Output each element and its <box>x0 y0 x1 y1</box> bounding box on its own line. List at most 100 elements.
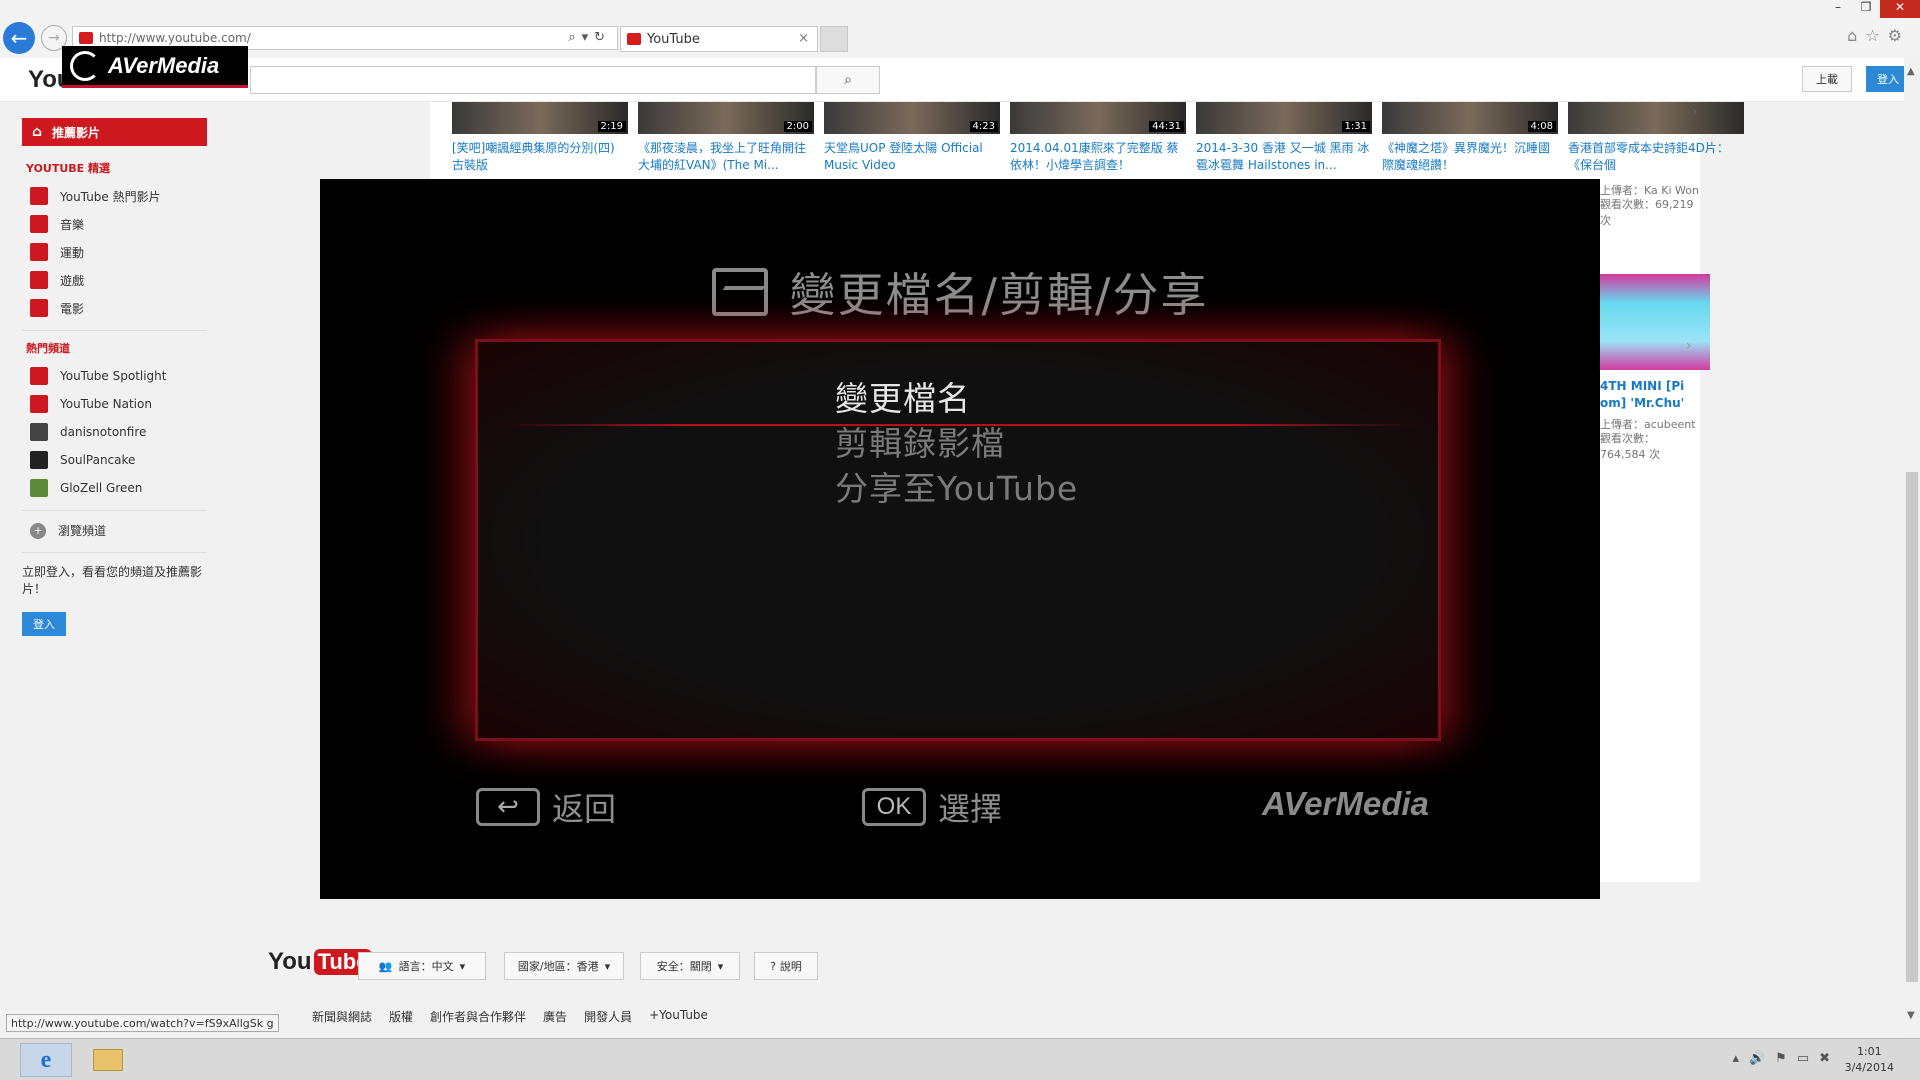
footer-link[interactable]: +YouTube <box>649 1008 708 1025</box>
video-title[interactable]: 香港首部零成本史詩鉅4D片：《保台個 <box>1568 140 1744 174</box>
close-tab-icon[interactable]: × <box>798 31 809 46</box>
footer-link[interactable]: 創作者與合作夥伴 <box>430 1008 526 1025</box>
overlay-menu-panel: 變更檔名 剪輯錄影檔 分享至YouTube <box>475 339 1441 741</box>
video-card[interactable]: 香港首部零成本史詩鉅4D片：《保台個 <box>1568 102 1744 174</box>
file-explorer-icon[interactable] <box>82 1043 134 1077</box>
select-control[interactable]: OK 選擇 <box>862 784 1002 830</box>
browse-channels-label: 瀏覽頻道 <box>58 524 107 538</box>
arrow-right-icon: → <box>48 30 60 46</box>
folder-icon <box>93 1049 123 1071</box>
right-video-thumbnail[interactable] <box>1600 274 1710 370</box>
video-thumbnail[interactable]: 2:19 <box>452 102 628 134</box>
browser-tab-youtube[interactable]: YouTube × <box>620 26 818 52</box>
home-favorites-settings-icon[interactable]: ⌂☆⚙ <box>1847 26 1910 45</box>
sidebar-item-best[interactable]: 運動 <box>30 238 210 266</box>
country-label: 國家/地區：香港 <box>517 960 599 973</box>
video-title[interactable]: [笑吧]嘲諷經典集原的分別(四) 古裝版 <box>452 140 628 174</box>
sidebar-item-label: 音樂 <box>60 217 85 232</box>
language-label: 語言：中文 <box>398 960 454 973</box>
plus-icon: + <box>30 522 46 539</box>
play-icon <box>30 187 48 205</box>
video-thumbnail[interactable] <box>1568 102 1744 134</box>
sidebar-item-label: 遊戲 <box>60 273 85 288</box>
scroll-up-icon[interactable]: ▲ <box>1907 66 1915 77</box>
search-button[interactable]: ⌕ <box>816 66 880 94</box>
scroll-down-icon[interactable]: ▼ <box>1907 1010 1915 1021</box>
system-tray-icons[interactable]: ▴🔊⚑▭✖ <box>1732 1051 1840 1066</box>
internet-explorer-icon[interactable]: e <box>20 1043 72 1077</box>
sidebar-item-best[interactable]: 音樂 <box>30 210 210 238</box>
right-video-title[interactable]: 4TH MINI [Pi om] 'Mr.Chu' <box>1600 378 1710 412</box>
safety-button[interactable]: 安全：關閉 ▾ <box>640 952 740 980</box>
sidebar-item-best[interactable]: YouTube 熱門影片 <box>30 182 210 210</box>
video-title[interactable]: 《神魔之塔》異界魔光！沉睡國際魔魂絕讚！ <box>1382 140 1558 174</box>
menu-item-share-youtube[interactable]: 分享至YouTube <box>835 462 1078 510</box>
sidebar-signin-button[interactable]: 登入 <box>22 612 66 636</box>
chevron-right-icon[interactable]: › <box>1692 104 1698 120</box>
sidebar-item-channel[interactable]: danisnotonfire <box>30 418 210 446</box>
sidebar-item-channel[interactable]: GloZell Green <box>30 474 210 502</box>
video-title[interactable]: 2014-3-30 香港 又一城 黑雨 冰雹冰雹舞 Hailstones in.… <box>1196 140 1372 174</box>
menu-item-rename[interactable]: 變更檔名 <box>835 372 971 420</box>
scrollbar-thumb[interactable] <box>1906 472 1918 982</box>
video-card[interactable]: 4:08 《神魔之塔》異界魔光！沉睡國際魔魂絕讚！ <box>1382 102 1558 174</box>
back-control[interactable]: ↩ 返回 <box>476 784 616 830</box>
video-card[interactable]: 2:00 《那夜淩晨，我坐上了旺角開往大埔的紅VAN》(The Mi... <box>638 102 814 174</box>
sidebar-item-best[interactable]: 電影 <box>30 294 210 322</box>
video-title[interactable]: 2014.04.01康熙來了完整版 蔡依林！小煒學言調查！ <box>1010 140 1186 174</box>
home-icon: ⌂ <box>32 124 43 140</box>
footer-logo-you: You <box>268 948 312 975</box>
sidebar-item-home[interactable]: ⌂ 推薦影片 <box>22 118 207 146</box>
sidebar-browse-channels[interactable]: + 瀏覽頻道 <box>30 522 106 539</box>
video-thumbnail[interactable]: 4:08 <box>1382 102 1558 134</box>
help-icon: ? <box>770 959 776 973</box>
sidebar-item-best[interactable]: 遊戲 <box>30 266 210 294</box>
chevron-down-icon: ▾ <box>604 959 611 973</box>
video-title[interactable]: 《那夜淩晨，我坐上了旺角開往大埔的紅VAN》(The Mi... <box>638 140 814 174</box>
sidebar-item-channel[interactable]: YouTube Spotlight <box>30 362 210 390</box>
youtube-favicon-icon <box>79 32 93 44</box>
video-card[interactable]: 1:31 2014-3-30 香港 又一城 黑雨 冰雹冰雹舞 Hailstones… <box>1196 102 1372 174</box>
language-icon: 👥 <box>378 959 393 973</box>
safety-label: 安全：關閉 <box>656 960 712 973</box>
footer-link[interactable]: 新聞與網誌 <box>312 1008 372 1025</box>
video-title[interactable]: 天堂鳥UOP 登陸太陽 Official Music Video <box>824 140 1000 174</box>
minimize-button[interactable]: – <box>1824 0 1852 18</box>
video-card[interactable]: 4:23 天堂鳥UOP 登陸太陽 Official Music Video <box>824 102 1000 174</box>
sidebar-best-list: YouTube 熱門影片 音樂運動遊戲電影 <box>30 182 210 322</box>
new-tab-button[interactable] <box>820 26 848 52</box>
page-scrollbar[interactable]: ▲ ▼ <box>1904 58 1920 1038</box>
footer-links: 新聞與網誌 版權 創作者與合作夥伴 廣告 開發人員 +YouTube <box>312 1008 725 1025</box>
video-card[interactable]: 44:31 2014.04.01康熙來了完整版 蔡依林！小煒學言調查！ <box>1010 102 1186 174</box>
maximize-button[interactable]: ❐ <box>1852 0 1880 18</box>
help-button[interactable]: ? 說明 <box>754 952 818 980</box>
video-thumbnail[interactable]: 2:00 <box>638 102 814 134</box>
country-button[interactable]: 國家/地區：香港 ▾ <box>504 952 624 980</box>
language-button[interactable]: 👥 語言：中文 ▾ <box>358 952 486 980</box>
sidebar-divider <box>22 510 207 511</box>
sidebar-item-channel[interactable]: SoulPancake <box>30 446 210 474</box>
clock-date: 3/4/2014 <box>1844 1061 1894 1074</box>
chevron-right-icon[interactable]: › <box>1686 338 1692 354</box>
video-thumbnail[interactable]: 4:23 <box>824 102 1000 134</box>
close-window-button[interactable]: ✕ <box>1880 0 1920 18</box>
footer-youtube-logo[interactable]: You Tube <box>268 948 373 976</box>
sidebar-item-label: YouTube 熱門影片 <box>60 189 161 204</box>
footer-link[interactable]: 開發人員 <box>584 1008 632 1025</box>
sidebar-item-channel[interactable]: YouTube Nation <box>30 390 210 418</box>
taskbar-clock[interactable]: 1:01 3/4/2014 <box>1845 1044 1894 1076</box>
chevron-down-icon: ▾ <box>717 959 724 973</box>
video-thumbnail[interactable]: 44:31 <box>1010 102 1186 134</box>
video-card[interactable]: 2:19 [笑吧]嘲諷經典集原的分別(四) 古裝版 <box>452 102 628 174</box>
avermedia-brand-logo: AVerMedia <box>1262 785 1429 822</box>
search-refresh-icon[interactable]: ⌕▾↻ <box>568 30 611 45</box>
search-input[interactable] <box>250 66 816 94</box>
back-button[interactable]: ← <box>3 22 35 54</box>
signin-prompt: 立即登入，看看您的頻道及推薦影片！ <box>22 565 203 596</box>
headphones-icon <box>30 215 48 233</box>
menu-item-edit-recording[interactable]: 剪輯錄影檔 <box>835 417 1005 465</box>
footer-link[interactable]: 廣告 <box>543 1008 567 1025</box>
footer-link[interactable]: 版權 <box>389 1008 413 1025</box>
video-thumbnail[interactable]: 1:31 <box>1196 102 1372 134</box>
upload-button[interactable]: 上載 <box>1802 66 1852 92</box>
